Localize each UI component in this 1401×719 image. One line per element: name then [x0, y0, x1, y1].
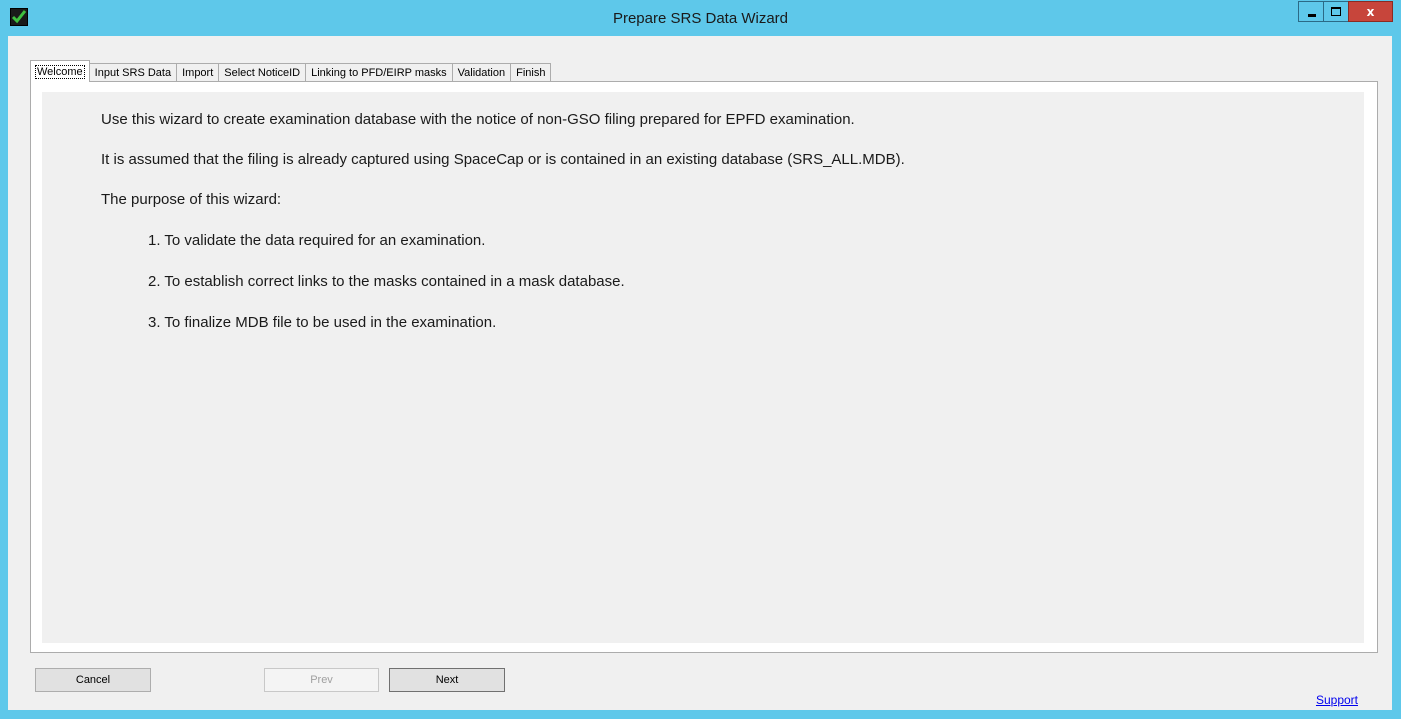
tab-finish[interactable]: Finish — [510, 63, 552, 82]
close-icon: x — [1366, 4, 1375, 19]
next-button[interactable]: Next — [389, 668, 505, 692]
minimize-icon — [1308, 14, 1316, 17]
purpose-step-2: 2. To establish correct links to the mas… — [148, 273, 625, 290]
tab-linking-masks[interactable]: Linking to PFD/EIRP masks — [305, 63, 453, 82]
welcome-panel: Use this wizard to create examination da… — [42, 92, 1364, 643]
welcome-tab-page: Use this wizard to create examination da… — [30, 81, 1378, 653]
purpose-heading: The purpose of this wizard: — [101, 191, 282, 208]
prev-button[interactable]: Prev — [264, 668, 379, 692]
intro-text: Use this wizard to create examination da… — [101, 111, 855, 128]
cancel-button[interactable]: Cancel — [35, 668, 151, 692]
tab-validation[interactable]: Validation — [451, 63, 512, 82]
tab-welcome[interactable]: Welcome — [30, 60, 90, 82]
tab-import[interactable]: Import — [176, 63, 220, 82]
support-link[interactable]: Support — [1316, 693, 1358, 707]
tab-input-srs-data[interactable]: Input SRS Data — [88, 63, 178, 82]
purpose-step-1: 1. To validate the data required for an … — [148, 232, 486, 249]
purpose-step-3: 3. To finalize MDB file to be used in th… — [148, 314, 497, 331]
close-button[interactable]: x — [1348, 1, 1393, 22]
tab-select-noticeid[interactable]: Select NoticeID — [218, 63, 307, 82]
assumption-text: It is assumed that the filing is already… — [101, 151, 905, 168]
wizard-window: Prepare SRS Data Wizard x Welcome Input … — [0, 0, 1401, 719]
window-title: Prepare SRS Data Wizard — [612, 10, 789, 27]
maximize-icon — [1331, 7, 1341, 16]
window-controls: x — [1298, 1, 1393, 23]
minimize-button[interactable] — [1298, 1, 1324, 22]
tab-strip: Welcome Input SRS Data Import Select Not… — [30, 60, 552, 82]
title-bar[interactable]: Prepare SRS Data Wizard x — [0, 0, 1401, 36]
client-area: Welcome Input SRS Data Import Select Not… — [8, 36, 1392, 710]
maximize-button[interactable] — [1323, 1, 1349, 22]
